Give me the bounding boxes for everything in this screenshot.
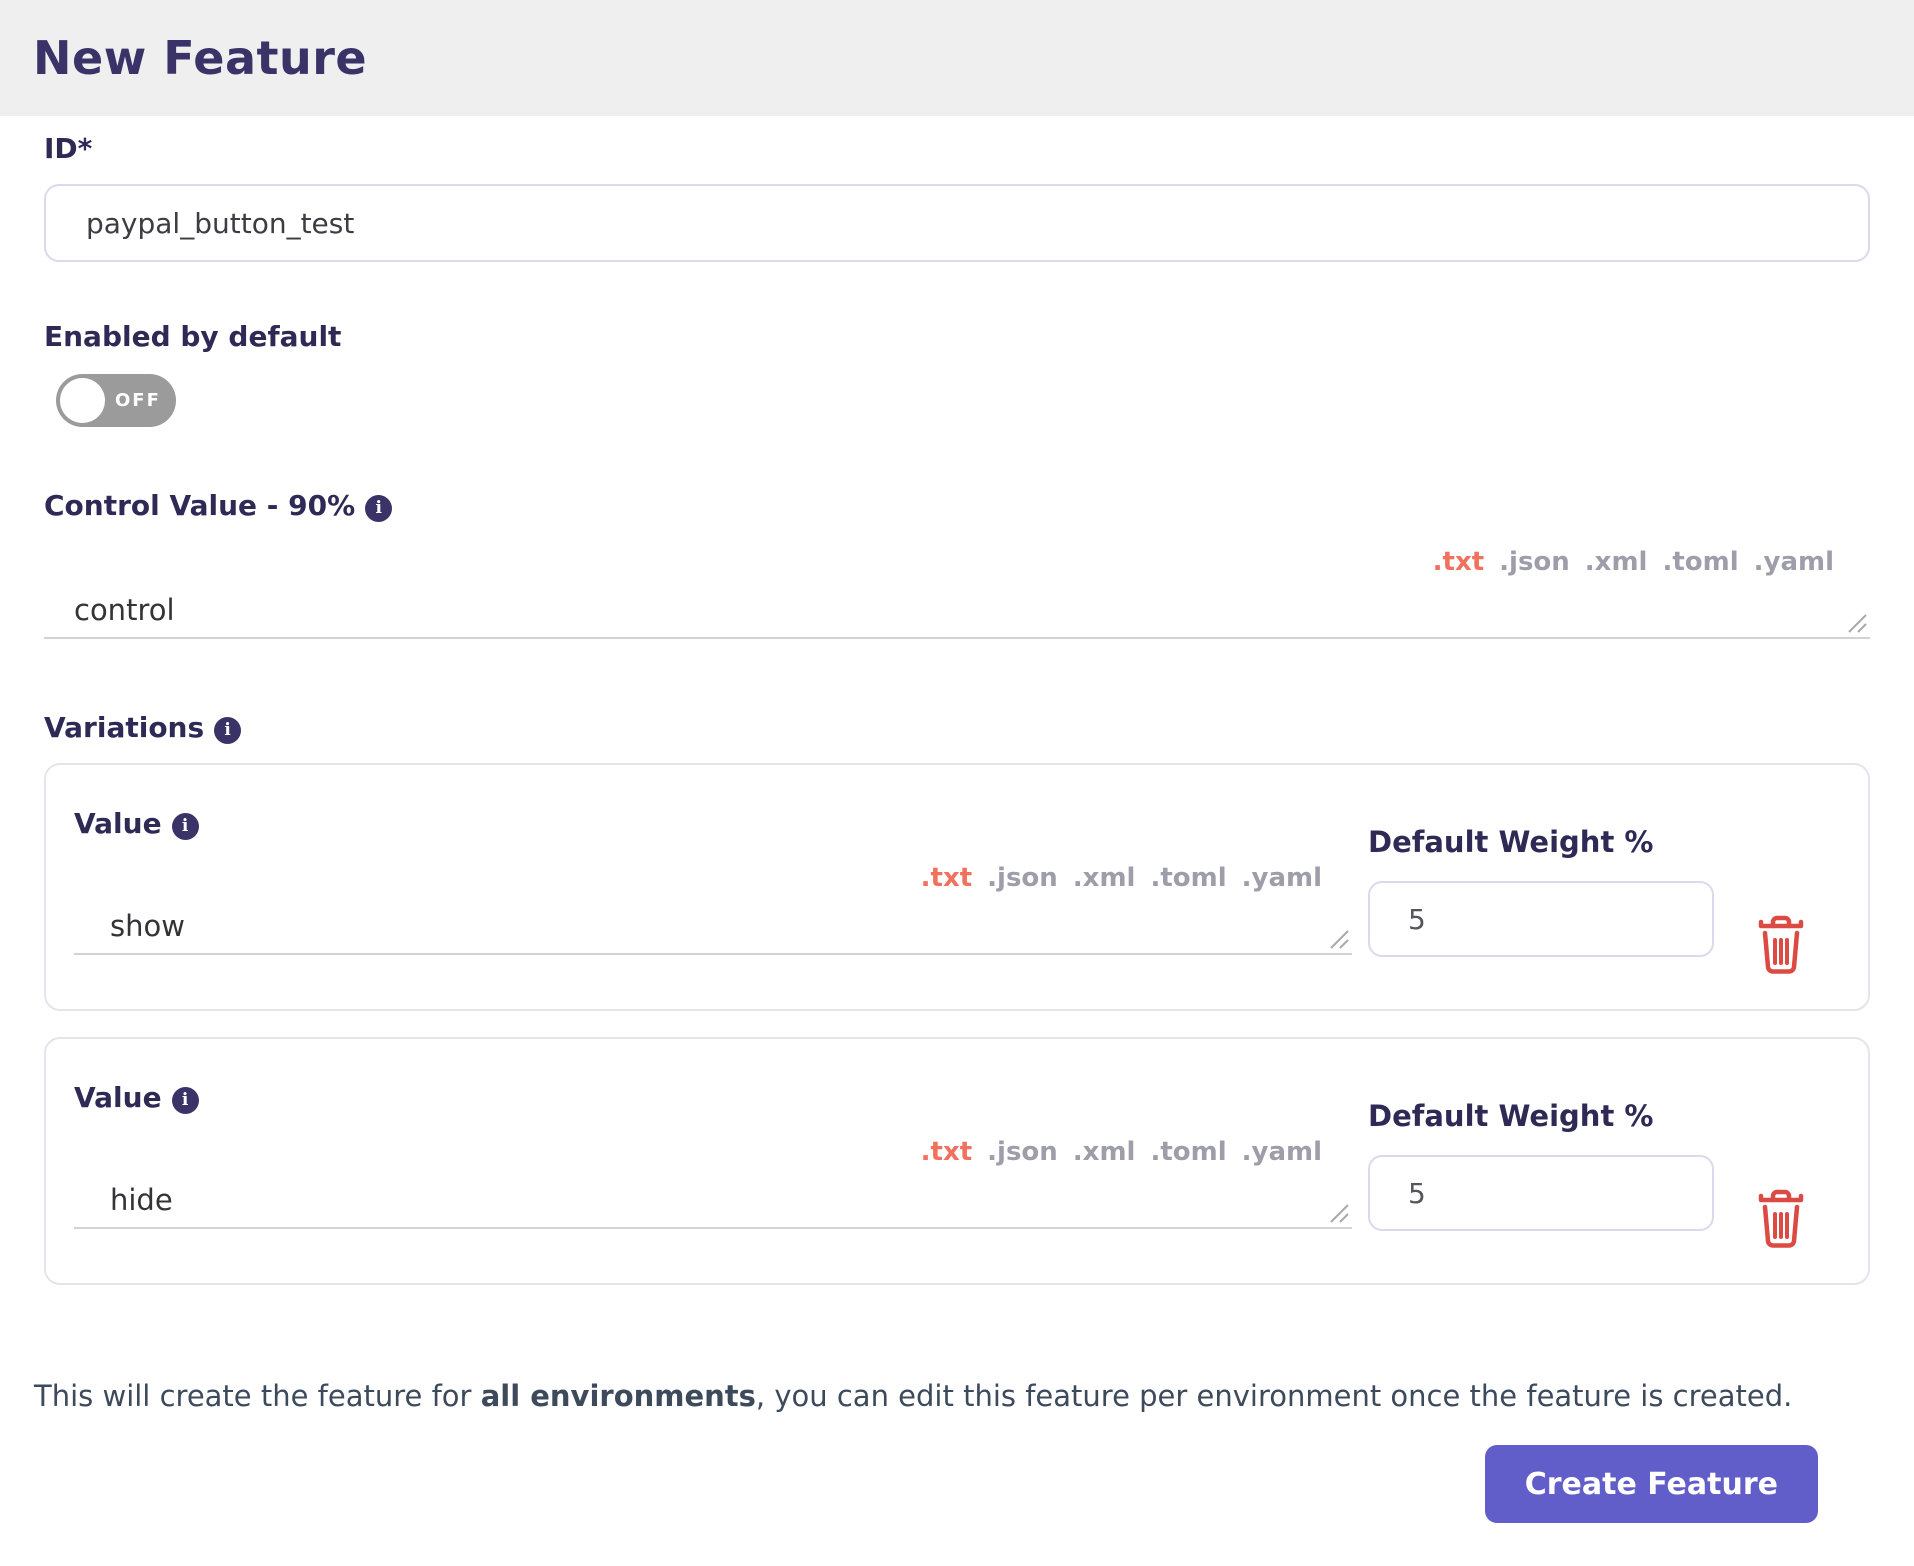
enabled-toggle[interactable]: OFF — [56, 374, 176, 427]
control-value-group: .txt .json .xml .toml .yaml control — [44, 547, 1870, 639]
variation-card: Valuei .txt .json .xml .toml .yaml show … — [44, 763, 1870, 1011]
default-weight-input[interactable] — [1368, 881, 1714, 957]
note-prefix: This will create the feature for — [34, 1379, 481, 1413]
format-tab-txt[interactable]: .txt — [921, 1137, 973, 1167]
resize-handle-icon[interactable] — [1328, 1202, 1350, 1224]
create-feature-button[interactable]: Create Feature — [1485, 1445, 1818, 1523]
variation-card: Valuei .txt .json .xml .toml .yaml hide … — [44, 1037, 1870, 1285]
note-suffix: , you can edit this feature per environm… — [756, 1379, 1792, 1413]
delete-variation-button[interactable] — [1757, 1159, 1805, 1283]
value-label: Valuei — [74, 805, 1352, 843]
control-value-textarea[interactable]: control — [44, 577, 1870, 639]
info-icon[interactable]: i — [365, 495, 392, 522]
format-tabs: .txt .json .xml .toml .yaml — [74, 863, 1352, 893]
info-icon[interactable]: i — [214, 717, 241, 744]
format-tabs: .txt .json .xml .toml .yaml — [74, 1137, 1352, 1167]
delete-variation-button[interactable] — [1757, 885, 1805, 1009]
default-weight-input[interactable] — [1368, 1155, 1714, 1231]
remove-variation — [1714, 1079, 1848, 1283]
trash-icon — [1757, 914, 1805, 977]
feature-id-input[interactable] — [44, 184, 1870, 262]
toggle-state-label: OFF — [115, 390, 161, 411]
note-bold: all environments — [481, 1379, 756, 1413]
value-label-text: Value — [74, 807, 162, 840]
format-tab-json[interactable]: .json — [987, 863, 1058, 893]
form-actions: Create Feature — [44, 1445, 1870, 1523]
format-tab-toml[interactable]: .toml — [1150, 863, 1226, 893]
environments-note: This will create the feature for all env… — [34, 1377, 1870, 1415]
variation-value-text: show — [110, 909, 185, 943]
variation-value-group: Valuei .txt .json .xml .toml .yaml show — [74, 805, 1352, 1009]
trash-icon — [1757, 1188, 1805, 1251]
toggle-knob-icon — [60, 378, 105, 423]
variation-value-textarea[interactable]: hide — [74, 1167, 1352, 1229]
format-tab-yaml[interactable]: .yaml — [1242, 863, 1322, 893]
id-label: ID* — [44, 130, 1870, 168]
format-tab-json[interactable]: .json — [987, 1137, 1058, 1167]
format-tab-xml[interactable]: .xml — [1073, 1137, 1136, 1167]
format-tab-json[interactable]: .json — [1499, 547, 1570, 577]
control-value-text: control — [74, 593, 175, 627]
enabled-by-default-label: Enabled by default — [44, 318, 1870, 356]
info-icon[interactable]: i — [172, 1087, 199, 1114]
control-value-label: Control Value - 90% i — [44, 487, 1870, 525]
resize-handle-icon[interactable] — [1328, 928, 1350, 950]
page-title: New Feature — [33, 31, 367, 85]
format-tab-xml[interactable]: .xml — [1585, 547, 1648, 577]
remove-variation — [1714, 805, 1848, 1009]
value-label: Valuei — [74, 1079, 1352, 1117]
info-icon[interactable]: i — [172, 813, 199, 840]
format-tab-toml[interactable]: .toml — [1150, 1137, 1226, 1167]
format-tab-txt[interactable]: .txt — [1433, 547, 1485, 577]
resize-handle-icon[interactable] — [1846, 612, 1868, 634]
default-weight-label: Default Weight % — [1368, 1099, 1714, 1133]
control-value-label-text: Control Value - 90% — [44, 489, 355, 522]
variations-label: Variations i — [44, 709, 1870, 747]
format-tab-yaml[interactable]: .yaml — [1754, 547, 1834, 577]
default-weight-label: Default Weight % — [1368, 825, 1714, 859]
format-tab-xml[interactable]: .xml — [1073, 863, 1136, 893]
default-weight-group: Default Weight % — [1368, 805, 1714, 1009]
variation-value-textarea[interactable]: show — [74, 893, 1352, 955]
format-tab-txt[interactable]: .txt — [921, 863, 973, 893]
default-weight-group: Default Weight % — [1368, 1079, 1714, 1283]
format-tab-yaml[interactable]: .yaml — [1242, 1137, 1322, 1167]
page-header: New Feature — [0, 0, 1914, 116]
new-feature-form: ID* Enabled by default OFF Control Value… — [0, 130, 1914, 1523]
value-label-text: Value — [74, 1081, 162, 1114]
variations-label-text: Variations — [44, 711, 204, 744]
format-tabs: .txt .json .xml .toml .yaml — [44, 547, 1870, 577]
variation-value-group: Valuei .txt .json .xml .toml .yaml hide — [74, 1079, 1352, 1283]
variation-value-text: hide — [110, 1183, 173, 1217]
format-tab-toml[interactable]: .toml — [1662, 547, 1738, 577]
